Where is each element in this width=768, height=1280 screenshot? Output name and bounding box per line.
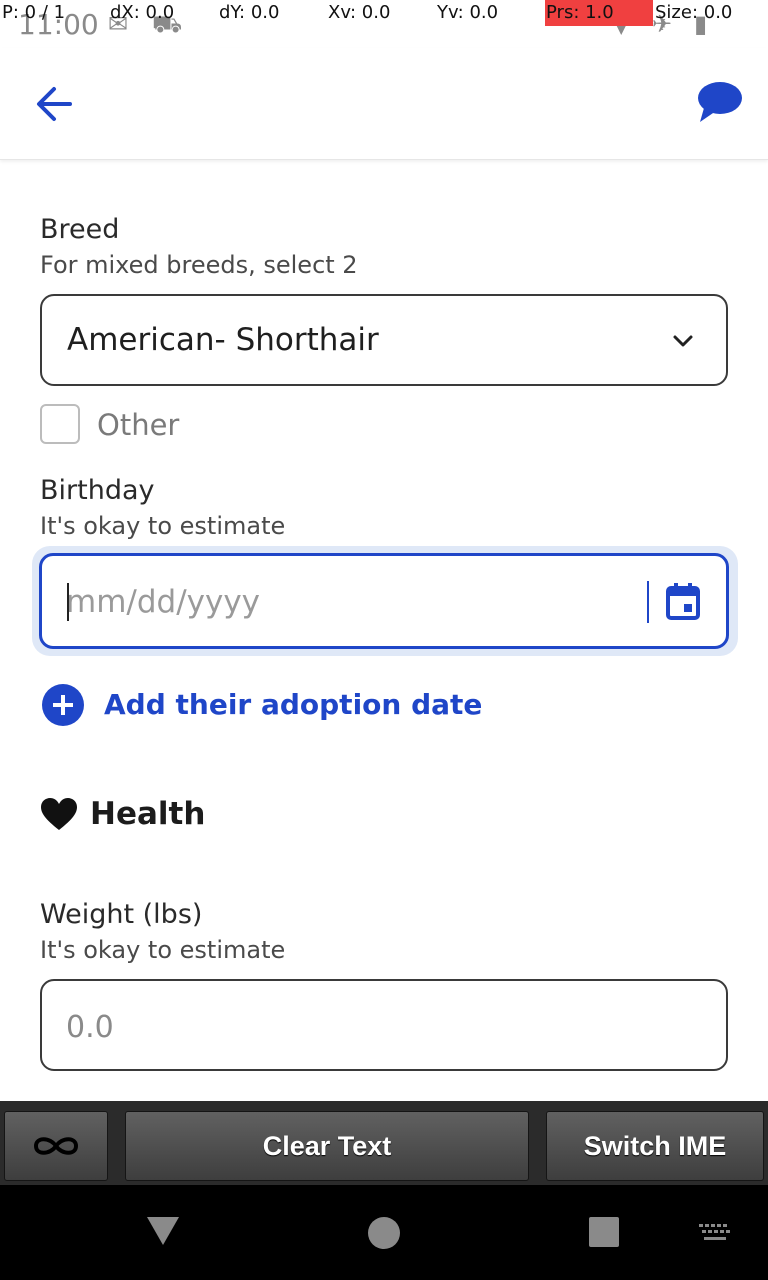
other-checkbox-label: Other bbox=[97, 408, 180, 442]
birthday-label: Birthday bbox=[40, 475, 155, 506]
add-adoption-date-label: Add their adoption date bbox=[104, 688, 483, 721]
weight-field[interactable] bbox=[40, 979, 728, 1071]
ime-toolbar: Clear Text Switch IME bbox=[0, 1101, 768, 1185]
nav-back-icon[interactable] bbox=[146, 1215, 180, 1247]
date-field-divider bbox=[647, 581, 649, 623]
pointer-size: Size: 0.0 bbox=[655, 2, 733, 23]
weight-input[interactable] bbox=[66, 1005, 666, 1049]
breed-label: Breed bbox=[40, 214, 120, 245]
pointer-yv: Yv: 0.0 bbox=[437, 2, 499, 23]
pointer-location-overlay: P: 0 / 1 dX: 0.0 dY: 0.0 Xv: 0.0 Yv: 0.0… bbox=[0, 0, 768, 26]
keyboard-icon[interactable] bbox=[698, 1223, 732, 1243]
arrow-left-icon bbox=[37, 87, 72, 121]
back-button[interactable] bbox=[32, 84, 78, 124]
weight-label: Weight (lbs) bbox=[40, 899, 203, 930]
pointer-dy: dY: 0.0 bbox=[219, 2, 280, 23]
clear-text-button[interactable]: Clear Text bbox=[125, 1111, 529, 1181]
plus-circle-icon bbox=[42, 684, 84, 726]
breed-hint: For mixed breeds, select 2 bbox=[40, 251, 358, 279]
switch-ime-button[interactable]: Switch IME bbox=[546, 1111, 764, 1181]
nav-home-icon[interactable] bbox=[368, 1217, 400, 1249]
status-bar: 11:00 ✉ ⛟ ▼ ✈ ▮ P: 0 / 1 dX: 0.0 dY: 0.0… bbox=[0, 0, 768, 48]
birthday-input[interactable] bbox=[66, 580, 626, 624]
pointer-count: P: 0 / 1 bbox=[2, 2, 66, 23]
infinity-button[interactable] bbox=[4, 1111, 108, 1181]
navigation-bar bbox=[0, 1185, 768, 1280]
pointer-dx: dX: 0.0 bbox=[110, 2, 175, 23]
birthday-field[interactable] bbox=[39, 553, 729, 649]
birthday-hint: It's okay to estimate bbox=[40, 512, 286, 540]
pointer-xv: Xv: 0.0 bbox=[328, 2, 391, 23]
chevron-down-icon bbox=[673, 335, 693, 347]
weight-hint: It's okay to estimate bbox=[40, 936, 286, 964]
nav-recents-icon[interactable] bbox=[589, 1217, 619, 1247]
speech-bubble-icon bbox=[698, 82, 742, 122]
chat-button[interactable] bbox=[694, 78, 744, 126]
health-section-title: Health bbox=[90, 796, 206, 832]
pointer-pressure: Prs: 1.0 bbox=[546, 2, 614, 23]
text-cursor bbox=[67, 583, 69, 621]
infinity-icon bbox=[33, 1137, 79, 1155]
app-bar bbox=[0, 48, 768, 160]
other-checkbox[interactable] bbox=[40, 404, 80, 444]
add-adoption-date-button[interactable]: Add their adoption date bbox=[42, 684, 482, 728]
breed-select[interactable]: American- Shorthair bbox=[40, 294, 728, 386]
breed-selected-value: American- Shorthair bbox=[67, 322, 379, 358]
calendar-icon[interactable] bbox=[666, 582, 700, 620]
heart-icon bbox=[41, 798, 77, 830]
